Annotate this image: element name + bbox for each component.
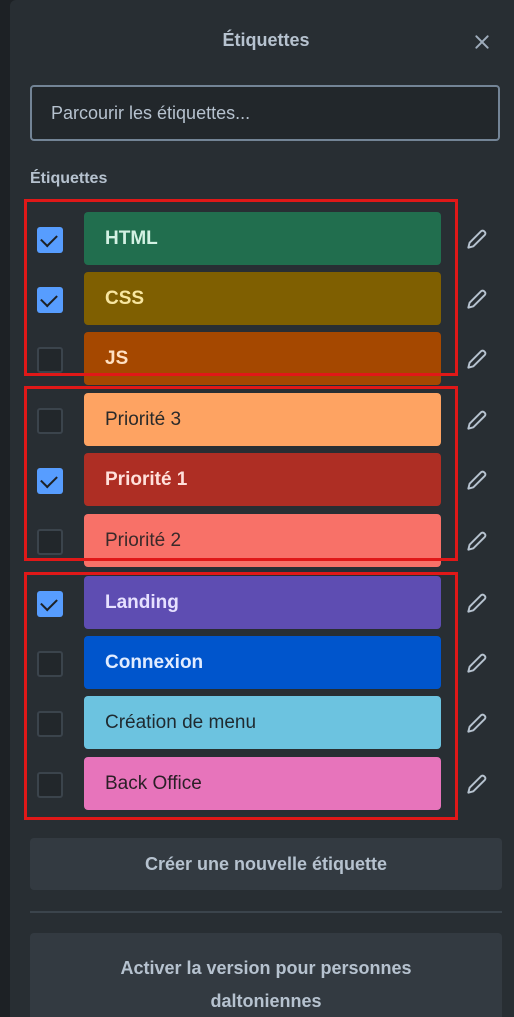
- label-chip[interactable]: CSS: [84, 272, 441, 325]
- pencil-icon[interactable]: [464, 771, 490, 797]
- label-row-js: JS: [30, 330, 500, 386]
- pencil-icon[interactable]: [464, 467, 490, 493]
- colorblind-mode-button[interactable]: Activer la version pour personnes dalton…: [30, 933, 502, 1017]
- labels-section-heading: Étiquettes: [30, 170, 108, 187]
- label-row-priorite-2: Priorité 2: [30, 512, 500, 568]
- label-chip[interactable]: Connexion: [84, 636, 441, 689]
- label-checkbox[interactable]: [37, 529, 63, 555]
- label-checkbox[interactable]: [37, 651, 63, 677]
- label-chip[interactable]: Priorité 2: [84, 514, 441, 567]
- divider: [30, 911, 502, 913]
- label-checkbox[interactable]: [37, 408, 63, 434]
- pencil-icon[interactable]: [464, 407, 490, 433]
- label-row-back-office: Back Office: [30, 755, 500, 811]
- label-row-landing: Landing: [30, 574, 500, 630]
- label-row-css: CSS: [30, 270, 500, 326]
- pencil-icon[interactable]: [464, 590, 490, 616]
- pencil-icon[interactable]: [464, 528, 490, 554]
- label-checkbox[interactable]: [37, 772, 63, 798]
- label-chip[interactable]: Back Office: [84, 757, 441, 810]
- label-chip[interactable]: Landing: [84, 576, 441, 629]
- label-chip[interactable]: HTML: [84, 212, 441, 265]
- label-checkbox[interactable]: [37, 711, 63, 737]
- label-row-creation-de-menu: Création de menu: [30, 694, 500, 750]
- label-chip[interactable]: JS: [84, 332, 441, 385]
- label-checkbox[interactable]: [37, 287, 63, 313]
- labels-popover-page: Étiquettes Étiquettes HTML CSS JS Priori…: [0, 0, 514, 1017]
- label-checkbox[interactable]: [37, 591, 63, 617]
- label-row-priorite-1: Priorité 1: [30, 451, 500, 507]
- popover-title: Étiquettes: [222, 30, 310, 50]
- label-row-connexion: Connexion: [30, 634, 500, 690]
- pencil-icon[interactable]: [464, 710, 490, 736]
- label-chip[interactable]: Priorité 3: [84, 393, 441, 446]
- pencil-icon[interactable]: [464, 346, 490, 372]
- close-icon[interactable]: [472, 32, 492, 52]
- create-label-button[interactable]: Créer une nouvelle étiquette: [30, 838, 502, 890]
- label-row-priorite-3: Priorité 3: [30, 391, 500, 447]
- label-row-html: HTML: [30, 210, 500, 266]
- label-checkbox[interactable]: [37, 347, 63, 373]
- pencil-icon[interactable]: [464, 650, 490, 676]
- label-checkbox[interactable]: [37, 227, 63, 253]
- label-chip[interactable]: Création de menu: [84, 696, 441, 749]
- label-chip[interactable]: Priorité 1: [84, 453, 441, 506]
- pencil-icon[interactable]: [464, 226, 490, 252]
- label-checkbox[interactable]: [37, 468, 63, 494]
- search-labels-input[interactable]: [30, 85, 500, 141]
- pencil-icon[interactable]: [464, 286, 490, 312]
